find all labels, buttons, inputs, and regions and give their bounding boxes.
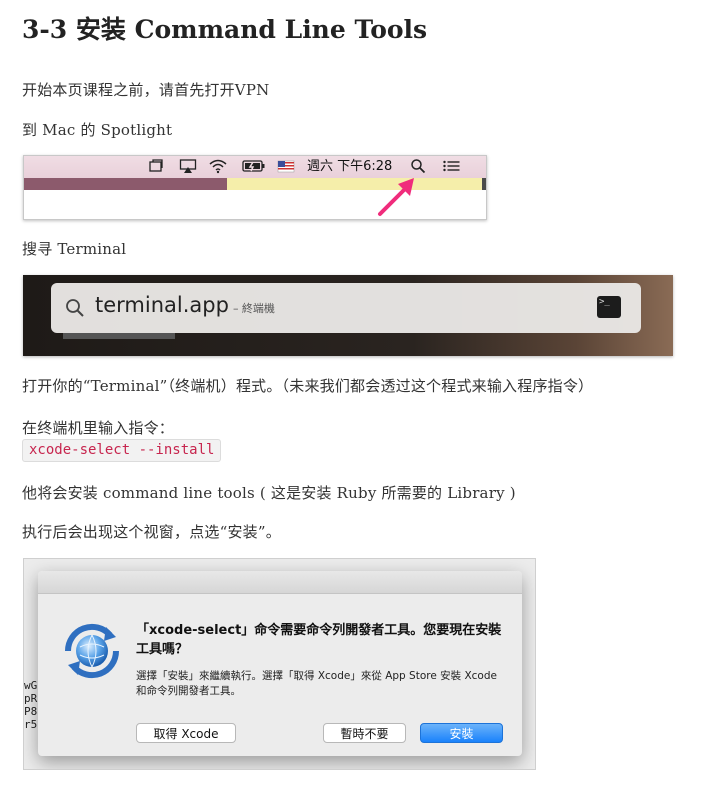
paragraph-enter-command: 在终端机里输入指令： [22, 419, 175, 437]
dialog-message: 「xcode-select」命令需要命令列開發者工具。您要現在安裝工具嗎？ [136, 623, 502, 657]
paragraph-install-tools: 他将会安装 command line tools ( 这是安装 Ruby 所需要… [22, 484, 516, 502]
terminal-app-icon: >_ [597, 296, 621, 318]
command-code: xcode-select --install [22, 439, 222, 462]
spotlight-query: terminal.app – 終端機 [95, 293, 275, 317]
paragraph-open-terminal: 打开你的“Terminal”（终端机）程式。（未来我们都会透过这个程式来输入程序… [22, 377, 594, 395]
flag-icon [277, 158, 295, 176]
install-dialog-screenshot: wG pR P8 r5 「xcode-select」命令需要命令列開發者工具。您… [23, 558, 536, 770]
paragraph-search-terminal: 搜寻 Terminal [22, 240, 127, 258]
software-update-icon [64, 623, 120, 679]
spotlight-hint: – 終端機 [232, 302, 275, 315]
spotlight-query-text: terminal.app [95, 293, 229, 317]
not-now-button[interactable]: 暫時不要 [323, 723, 406, 743]
paragraph-spotlight: 到 Mac 的 Spotlight [22, 121, 173, 139]
get-xcode-button[interactable]: 取得 Xcode [136, 723, 236, 743]
menubar-screenshot: 週六 下午6:28 [23, 155, 487, 220]
spotlight-search-field[interactable]: terminal.app – 終端機 >_ [51, 283, 641, 333]
paragraph-click-install: 执行后会出现这个视窗，点选“安装”。 [22, 523, 281, 541]
airplay-icon [179, 158, 197, 176]
paragraph-vpn: 开始本页课程之前，请首先打开VPN [22, 81, 270, 99]
install-dialog: 「xcode-select」命令需要命令列開發者工具。您要現在安裝工具嗎？ 選擇… [38, 571, 522, 756]
page-title: 3-3 安装 Command Line Tools [22, 15, 428, 44]
search-icon [66, 299, 84, 317]
notification-list-icon[interactable] [442, 158, 460, 176]
window-icon [148, 158, 164, 176]
spotlight-screenshot: terminal.app – 終端機 >_ [23, 275, 673, 356]
battery-icon [242, 158, 266, 176]
wifi-icon [208, 158, 228, 176]
pointer-arrow-icon [378, 178, 414, 216]
dialog-informative-text: 選擇「安裝」來繼續執行。選擇「取得 Xcode」來從 App Store 安裝 … [136, 670, 497, 697]
install-button[interactable]: 安裝 [420, 723, 503, 743]
